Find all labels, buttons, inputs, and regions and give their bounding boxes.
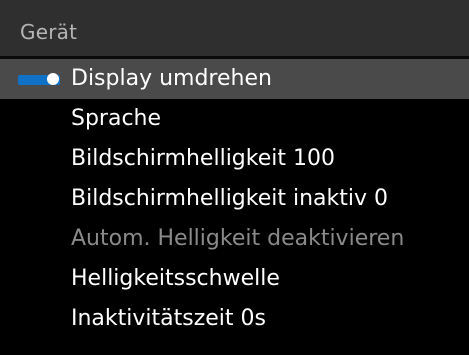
settings-menu: Display umdrehen Sprache Bildschirmhelli…: [0, 59, 469, 355]
menu-item-autom-helligkeit-deaktivieren: Autom. Helligkeit deaktivieren: [0, 219, 469, 259]
menu-item-display-umdrehen[interactable]: Display umdrehen: [0, 59, 469, 99]
menu-item-label: Bildschirmhelligkeit inaktiv 0: [71, 186, 389, 211]
menu-item-label: Bildschirmhelligkeit 100: [71, 146, 335, 171]
menu-item-label: Autom. Helligkeit deaktivieren: [71, 226, 405, 251]
menu-item-label: Inaktivitätszeit 0s: [71, 306, 266, 331]
selection-dot-icon: [47, 73, 59, 85]
menu-item-label: Display umdrehen: [71, 66, 272, 91]
menu-item-label: Sprache: [71, 106, 162, 131]
menu-item-bildschirmhelligkeit[interactable]: Bildschirmhelligkeit 100: [0, 139, 469, 179]
page-title: Gerät: [20, 20, 78, 44]
menu-item-sprache[interactable]: Sprache: [0, 99, 469, 139]
menu-item-helligkeitsschwelle[interactable]: Helligkeitsschwelle: [0, 259, 469, 299]
menu-item-bildschirmhelligkeit-inaktiv[interactable]: Bildschirmhelligkeit inaktiv 0: [0, 179, 469, 219]
menu-item-inaktivitaetszeit[interactable]: Inaktivitätszeit 0s: [0, 299, 469, 339]
device-settings-screen: Gerät Display umdrehen Sprache Bildschir…: [0, 0, 469, 355]
header: Gerät: [0, 0, 469, 56]
menu-item-label: Helligkeitsschwelle: [71, 266, 280, 291]
